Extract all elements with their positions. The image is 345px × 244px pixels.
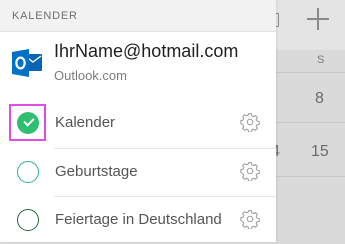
account-row[interactable]: IhrName@hotmail.com Outlook.com bbox=[0, 32, 276, 96]
calendar-label: Kalender bbox=[55, 114, 116, 131]
gear-icon[interactable] bbox=[240, 209, 260, 229]
week-divider bbox=[276, 176, 345, 177]
unchecked-circle-icon[interactable] bbox=[17, 209, 39, 231]
date-cell[interactable]: 8 bbox=[315, 90, 324, 108]
calendar-label: Feiertage in Deutschland bbox=[55, 211, 222, 228]
checked-circle-icon[interactable] bbox=[17, 112, 39, 134]
account-email: IhrName@hotmail.com bbox=[54, 41, 239, 61]
account-service: Outlook.com bbox=[54, 68, 127, 83]
section-title: KALENDER bbox=[12, 10, 78, 22]
add-event-icon[interactable] bbox=[307, 8, 329, 30]
weekday-header: S bbox=[317, 54, 325, 66]
unchecked-circle-icon[interactable] bbox=[17, 161, 39, 183]
calendar-item-geburtstage[interactable]: Geburtstage bbox=[0, 148, 276, 196]
divider bbox=[54, 148, 276, 149]
calendar-item-kalender[interactable]: Kalender bbox=[0, 99, 276, 147]
calendar-item-feiertage[interactable]: Feiertage in Deutschland bbox=[0, 196, 276, 244]
calendar-label: Geburtstage bbox=[55, 163, 138, 180]
outlook-logo-icon bbox=[12, 49, 42, 77]
calendar-drawer: KALENDER IhrName@hotmail.com Outlook.com… bbox=[0, 0, 276, 242]
date-cell[interactable]: 15 bbox=[311, 143, 329, 161]
gear-icon[interactable] bbox=[240, 161, 260, 181]
week-divider bbox=[276, 72, 345, 73]
week-divider bbox=[276, 122, 345, 123]
section-header: KALENDER bbox=[0, 0, 276, 32]
divider bbox=[54, 196, 276, 197]
gear-icon[interactable] bbox=[240, 112, 260, 132]
